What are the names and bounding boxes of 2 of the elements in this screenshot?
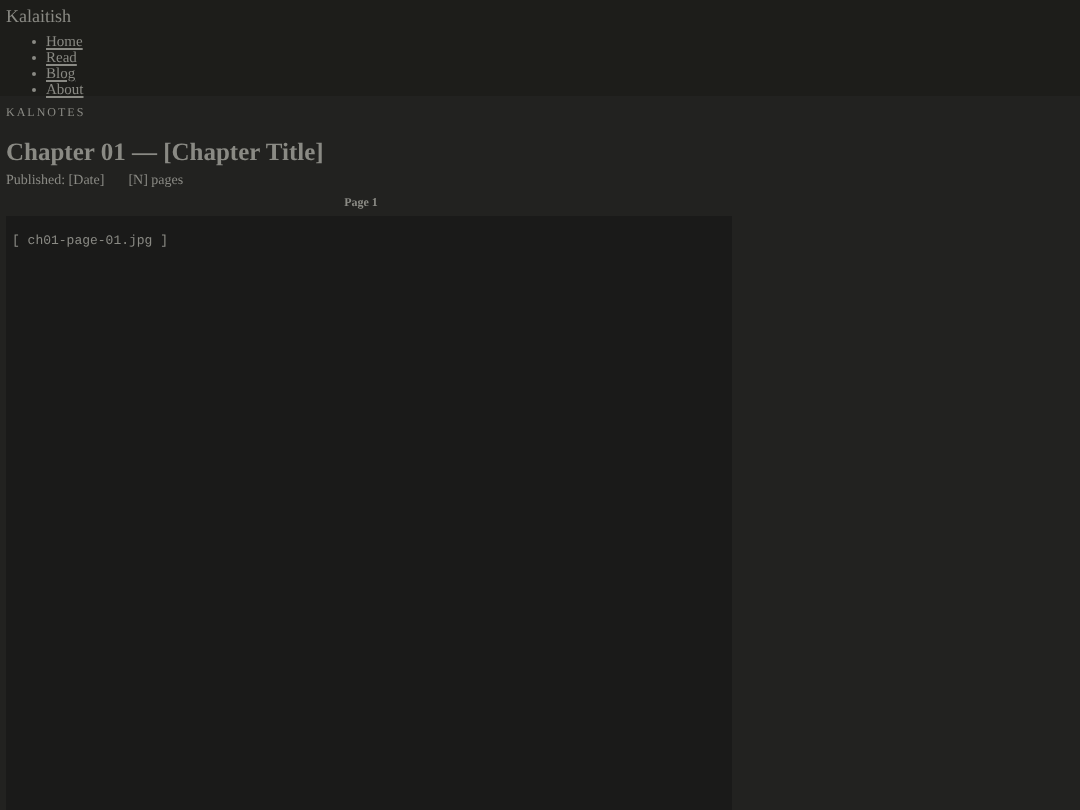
site-title: Kalaitish bbox=[6, 6, 73, 26]
chapter-title: Chapter 01 — [Chapter Title] bbox=[6, 138, 326, 166]
